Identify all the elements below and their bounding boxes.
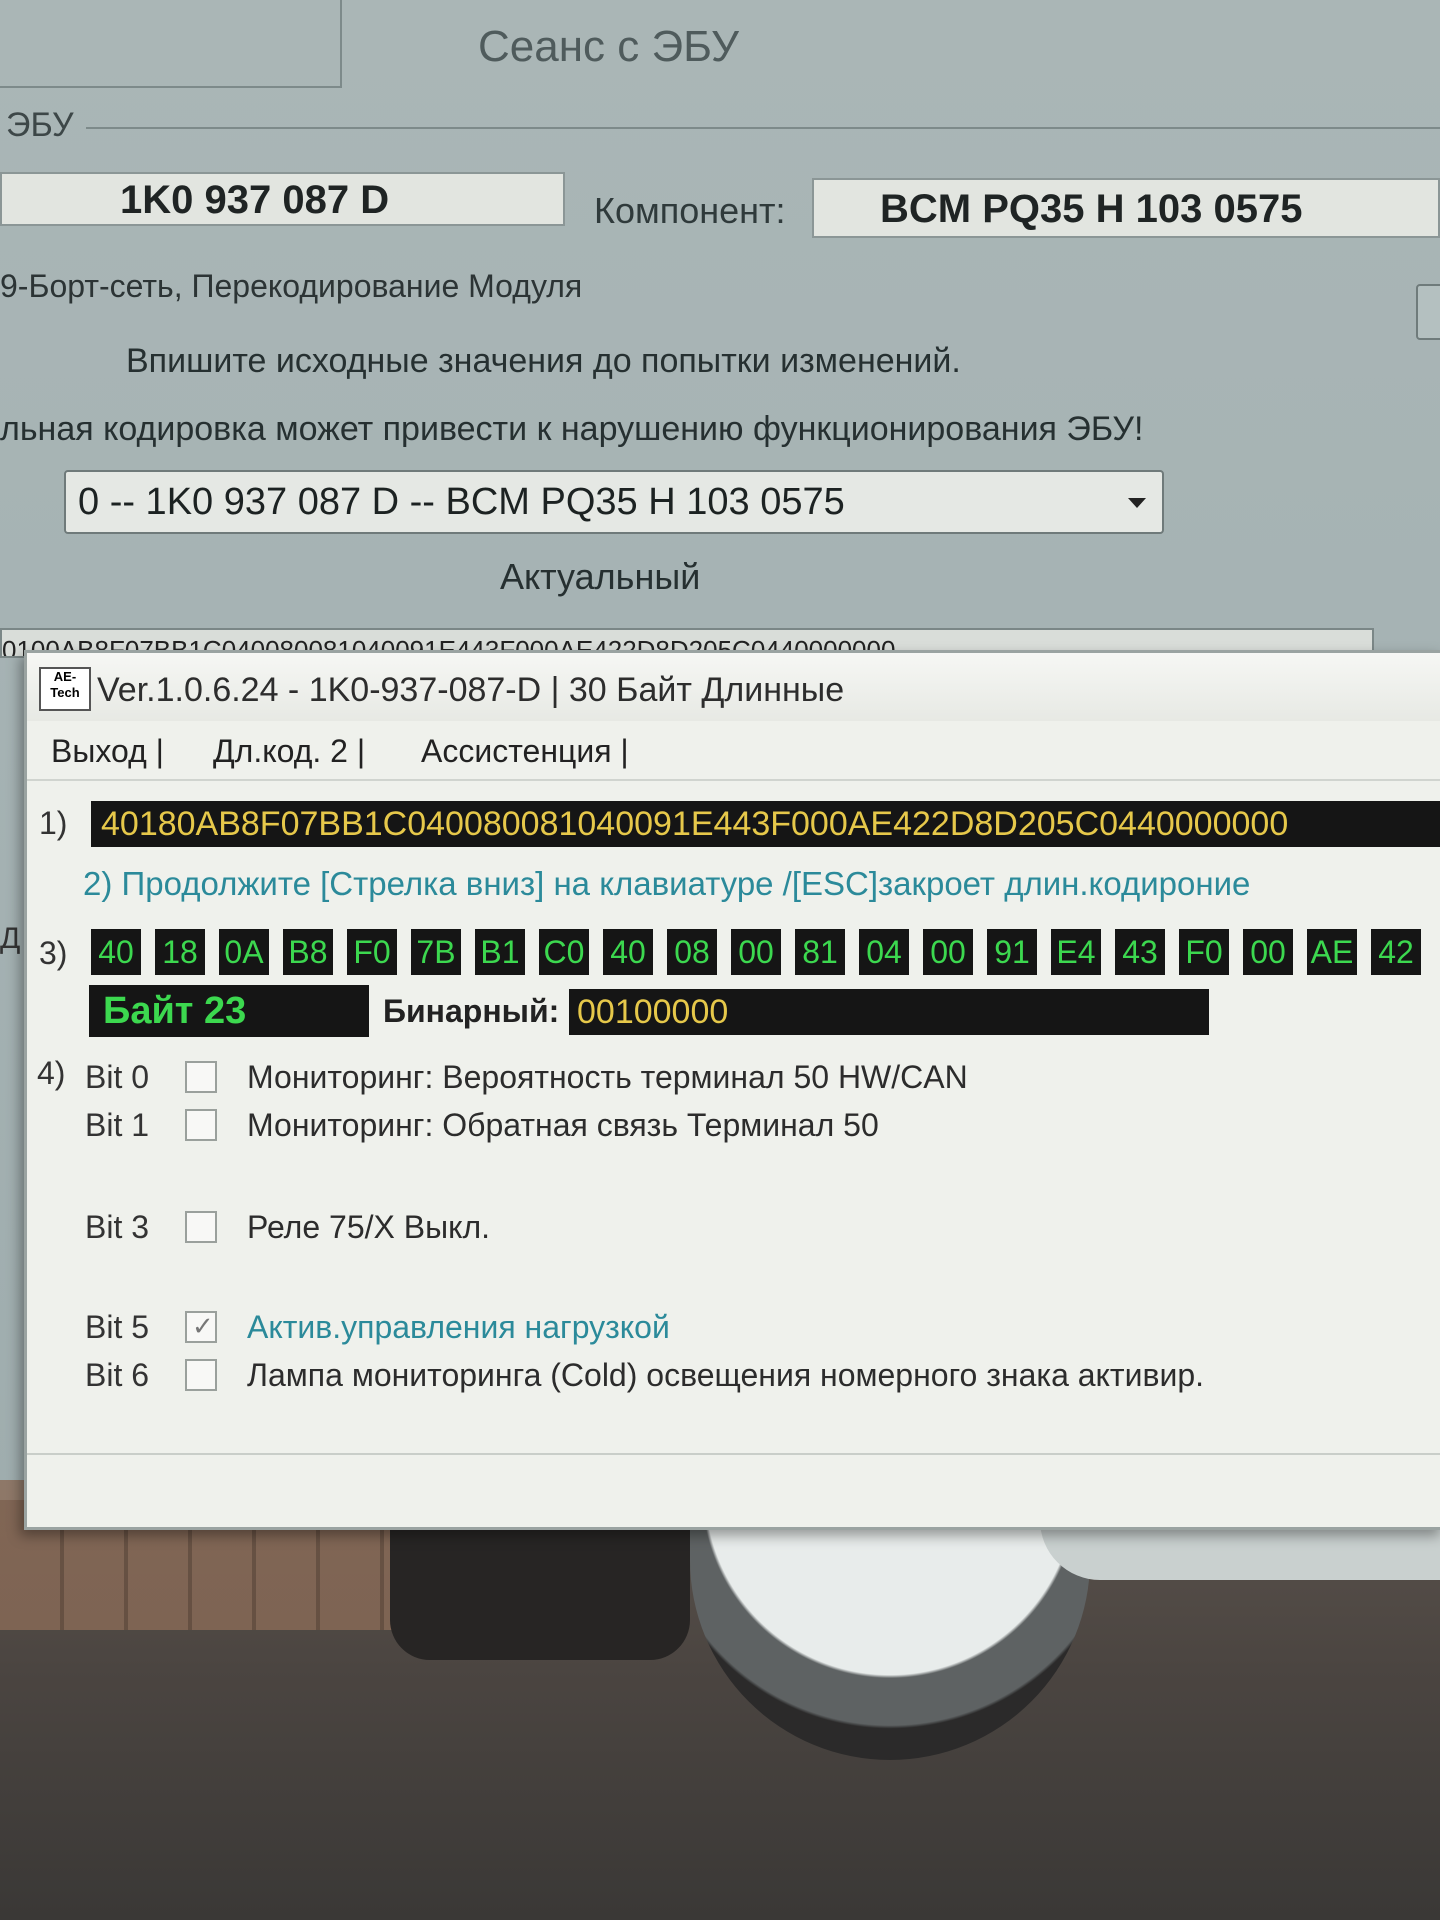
- coding-select-value: 0 -- 1K0 937 087 D -- BCM PQ35 H 103 057…: [78, 481, 845, 523]
- window-title: Сеанс с ЭБУ: [478, 22, 739, 71]
- bit-description: Мониторинг: Вероятность терминал 50 HW/C…: [247, 1059, 968, 1095]
- byte-cell[interactable]: 81: [795, 929, 845, 975]
- dialog-titlebar: AE-Tech Ver.1.0.6.24 - 1K0-937-087-D | 3…: [27, 653, 1440, 721]
- bit-label: Bit 6: [85, 1357, 150, 1393]
- bit-description: Реле 75/X Выкл.: [247, 1209, 491, 1245]
- dialog-divider: [27, 1453, 1440, 1455]
- bit-0-checkbox[interactable]: [185, 1061, 217, 1093]
- bit-6-checkbox[interactable]: [185, 1359, 217, 1391]
- menu-exit[interactable]: Выход |: [51, 733, 164, 770]
- row-3-number: 3): [39, 935, 68, 971]
- bit-row-3: Bit 3 Реле 75/X Выкл.: [27, 1209, 1440, 1249]
- top-left-panel: [0, 0, 342, 88]
- bit-description: Мониторинг: Обратная связь Терминал 50: [247, 1107, 879, 1143]
- bit-description: Лампа мониторинга (Cold) освещения номер…: [247, 1357, 1204, 1393]
- long-coding-dialog: AE-Tech Ver.1.0.6.24 - 1K0-937-087-D | 3…: [24, 650, 1440, 1530]
- byte-cell[interactable]: 42: [1371, 929, 1421, 975]
- byte-cell[interactable]: 0A: [219, 929, 269, 975]
- bit-row-5: Bit 5 Актив.управления нагрузкой: [27, 1309, 1440, 1349]
- side-button[interactable]: [1416, 284, 1440, 340]
- keyboard-hint: 2) Продолжите [Стрелка вниз] на клавиату…: [83, 865, 1251, 902]
- byte-grid: 40 18 0A B8 F0 7B B1 C0 40 08 00 81 04 00 91 E4 43 F0 00 AE…: [91, 929, 1440, 981]
- byte-cell[interactable]: AE: [1307, 929, 1357, 975]
- warning-text: льная кодировка может привести к нарушен…: [0, 410, 1144, 448]
- app-logo-icon: AE-Tech: [39, 667, 91, 711]
- section-title: 9-Борт-сеть, Перекодирование Модуля: [0, 268, 583, 304]
- component-field: BCM PQ35 H 103 0575: [812, 178, 1440, 238]
- byte-cell[interactable]: 08: [667, 929, 717, 975]
- byte-cell[interactable]: B1: [475, 929, 525, 975]
- byte-cell[interactable]: 00: [923, 929, 973, 975]
- byte-cell[interactable]: 91: [987, 929, 1037, 975]
- bit-label: Bit 5: [85, 1309, 150, 1345]
- bit-1-checkbox[interactable]: [185, 1109, 217, 1141]
- menu-long-code-2[interactable]: Дл.код. 2 |: [213, 733, 365, 770]
- byte-cell[interactable]: 00: [731, 929, 781, 975]
- edge-letter: Д: [0, 922, 21, 955]
- bit-row-0: Bit 0 Мониторинг: Вероятность терминал 5…: [27, 1059, 1440, 1099]
- byte-cell[interactable]: C0: [539, 929, 589, 975]
- byte-cell[interactable]: 04: [859, 929, 909, 975]
- menu-assistance[interactable]: Ассистенция |: [421, 733, 629, 770]
- byte-cell[interactable]: F0: [1179, 929, 1229, 975]
- byte-cell[interactable]: 43: [1115, 929, 1165, 975]
- byte-cell[interactable]: B8: [283, 929, 333, 975]
- byte-cell[interactable]: 00: [1243, 929, 1293, 975]
- binary-label: Бинарный:: [383, 993, 560, 1029]
- component-label: Компонент:: [594, 190, 786, 231]
- bit-5-checkbox[interactable]: [185, 1311, 217, 1343]
- bit-3-checkbox[interactable]: [185, 1211, 217, 1243]
- bit-row-1: Bit 1 Мониторинг: Обратная связь Термина…: [27, 1107, 1440, 1147]
- bit-label: Bit 3: [85, 1209, 150, 1245]
- byte-cell[interactable]: 18: [155, 929, 205, 975]
- binary-value-field[interactable]: 00100000: [569, 989, 1209, 1035]
- byte-cell[interactable]: F0: [347, 929, 397, 975]
- hex-coding-field[interactable]: 40180AB8F07BB1C040080081040091E443F000AE…: [91, 801, 1440, 847]
- ecu-group-label: ЭБУ: [6, 106, 74, 144]
- byte-cell[interactable]: 7B: [411, 929, 461, 975]
- coding-select[interactable]: 0 -- 1K0 937 087 D -- BCM PQ35 H 103 057…: [64, 470, 1164, 534]
- actual-label: Актуальный: [500, 556, 701, 597]
- part-number-field: 1K0 937 087 D: [0, 172, 565, 226]
- selected-byte-label: Байт 23: [89, 985, 369, 1037]
- byte-cell[interactable]: E4: [1051, 929, 1101, 975]
- byte-cell[interactable]: 40: [603, 929, 653, 975]
- bit-label: Bit 0: [85, 1059, 150, 1095]
- bit-label: Bit 1: [85, 1107, 150, 1143]
- chevron-down-icon: [1128, 498, 1146, 508]
- row-1-number: 1): [39, 805, 68, 841]
- menu-bar: Выход | Дл.код. 2 | Ассистенция |: [27, 721, 1440, 781]
- group-divider: [86, 127, 1440, 129]
- dialog-title: Ver.1.0.6.24 - 1K0-937-087-D | 30 Байт Д…: [97, 671, 845, 709]
- instruction-text-1: Впишите исходные значения до попытки изм…: [126, 342, 961, 380]
- bit-description: Актив.управления нагрузкой: [247, 1309, 670, 1345]
- byte-cell[interactable]: 40: [91, 929, 141, 975]
- bit-row-6: Bit 6 Лампа мониторинга (Cold) освещения…: [27, 1357, 1440, 1397]
